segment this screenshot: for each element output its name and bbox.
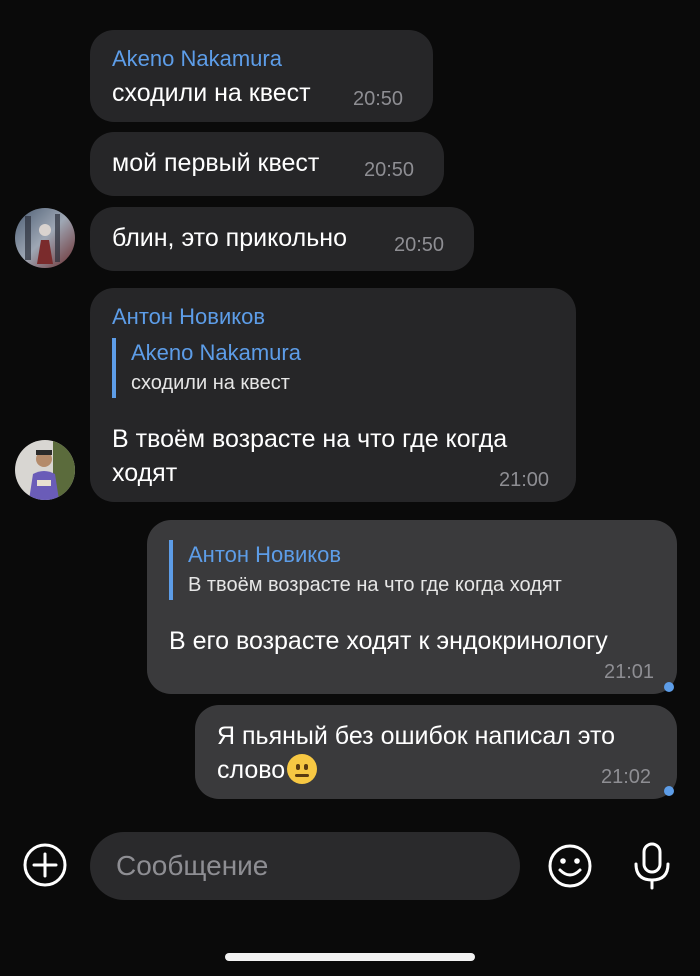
home-indicator[interactable] (225, 953, 475, 961)
unread-dot (664, 682, 674, 692)
message-time: 21:01 (604, 661, 655, 683)
smiley-icon[interactable] (544, 840, 596, 892)
plus-circle-icon[interactable] (20, 840, 70, 890)
message-bubble[interactable]: Akeno Nakamura сходили на квест 20:50 (90, 30, 433, 122)
message-input[interactable] (114, 849, 520, 883)
reply-quote[interactable]: Антон Новиков В твоём возрасте на что гд… (169, 540, 562, 600)
message-bubble[interactable]: блин, это прикольно 20:50 (90, 207, 474, 271)
message-text-word: слово (217, 756, 286, 784)
avatar[interactable] (15, 440, 75, 500)
message-text: мой первый квест (112, 149, 320, 177)
microphone-icon[interactable] (626, 840, 678, 892)
reply-author: Akeno Nakamura (131, 340, 301, 365)
message-time: 20:50 (353, 88, 404, 110)
message-text: сходили на квест (112, 79, 311, 107)
unread-dot (664, 786, 674, 796)
reply-text: В твоём возрасте на что где когда ходят (188, 574, 562, 596)
sender-name[interactable]: Антон Новиков (112, 304, 265, 330)
message-time: 20:50 (364, 159, 415, 181)
message-bubble[interactable]: Антон Новиков В твоём возрасте на что гд… (147, 520, 677, 694)
composer-bar (0, 820, 700, 920)
message-text-line: ходят (112, 459, 178, 487)
chat-area[interactable]: Akeno Nakamura сходили на квест 20:50 мо… (0, 0, 700, 820)
message-time: 21:02 (601, 766, 652, 788)
message-text: блин, это прикольно (112, 224, 347, 252)
message-text-line: слово (217, 753, 318, 787)
neutral-face-icon (287, 754, 318, 784)
reply-quote[interactable]: Akeno Nakamura сходили на квест (112, 338, 301, 398)
message-input-field[interactable] (90, 832, 520, 900)
reply-author: Антон Новиков (188, 542, 342, 567)
message-text-line: Я пьяный без ошибок написал это (217, 722, 616, 750)
message-text-line: В твоём возрасте на что где когда (112, 425, 508, 453)
message-time: 20:50 (394, 234, 445, 256)
avatar[interactable] (15, 208, 75, 268)
message-bubble[interactable]: Антон Новиков Akeno Nakamura сходили на … (90, 288, 576, 502)
message-bubble[interactable]: мой первый квест 20:50 (90, 132, 444, 196)
message-time: 21:00 (499, 469, 550, 491)
sender-name[interactable]: Akeno Nakamura (112, 46, 282, 72)
message-text: В его возрасте ходят к эндокринологу (169, 627, 608, 655)
message-bubble[interactable]: Я пьяный без ошибок написал это слово 21… (195, 705, 677, 799)
reply-text: сходили на квест (131, 372, 290, 394)
